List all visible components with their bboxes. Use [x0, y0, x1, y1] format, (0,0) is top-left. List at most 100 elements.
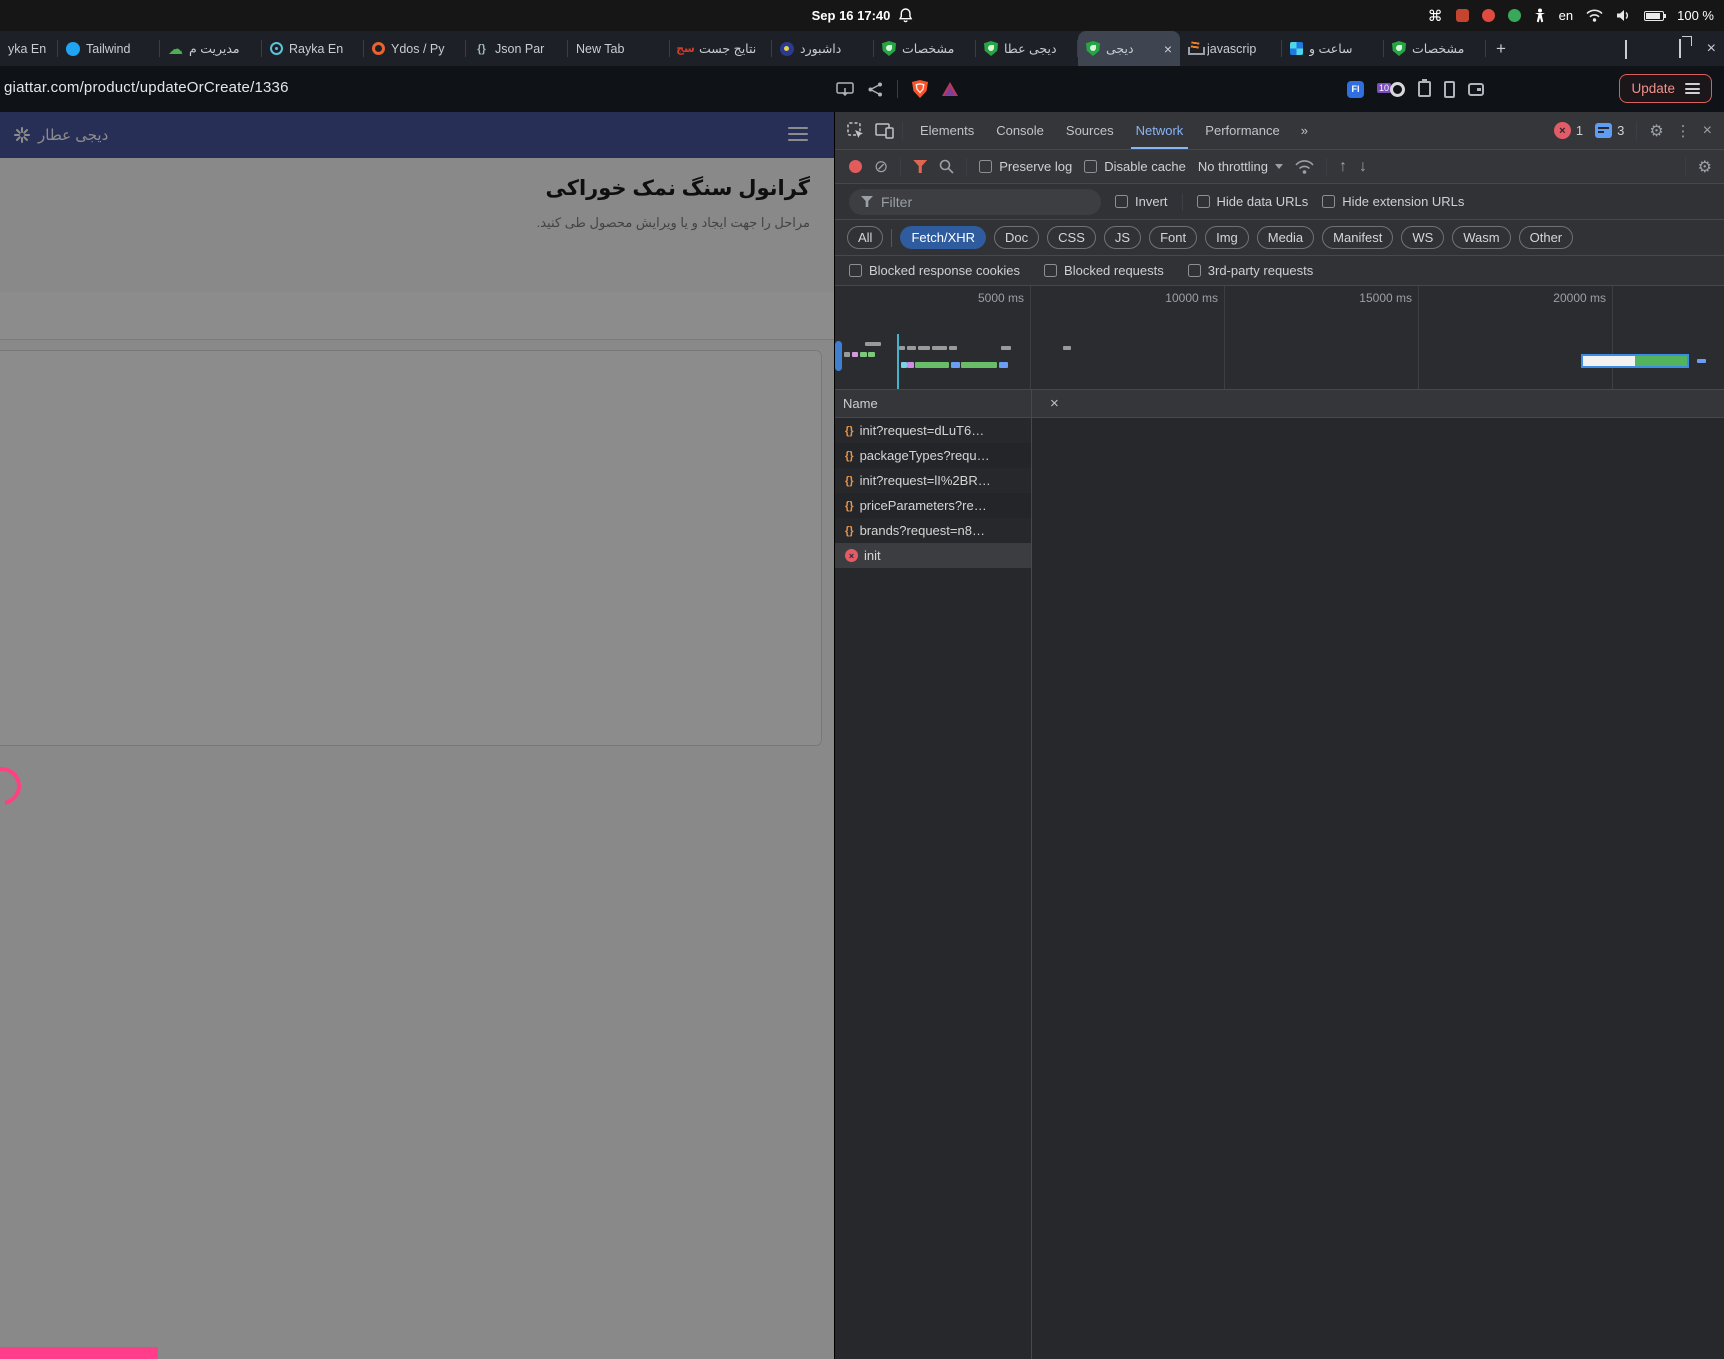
browser-tab[interactable]: ساعت و [1282, 31, 1384, 66]
browser-tab[interactable]: javascrip [1180, 31, 1282, 66]
browser-tab[interactable]: Tailwind [58, 31, 160, 66]
extension-fl-icon[interactable]: Fl [1347, 81, 1364, 98]
hide-data-urls-checkbox[interactable]: Hide data URLs [1197, 194, 1309, 209]
throttling-select[interactable]: No throttling [1198, 159, 1283, 174]
message-count[interactable]: 3 [1595, 123, 1624, 138]
brave-rewards-icon[interactable] [942, 82, 958, 97]
type-filter-font[interactable]: Font [1149, 226, 1197, 249]
type-filter-all[interactable]: All [847, 226, 883, 249]
type-filter-img[interactable]: Img [1205, 226, 1249, 249]
invert-checkbox[interactable]: Invert [1115, 194, 1168, 209]
hide-extension-urls-checkbox[interactable]: Hide extension URLs [1322, 194, 1464, 209]
close-detail-icon[interactable]: × [1042, 395, 1067, 412]
download-segment [1635, 356, 1687, 366]
devtools-tab-performance[interactable]: Performance [1194, 112, 1290, 149]
checkbox-label: Blocked requests [1064, 263, 1164, 278]
screencast-icon[interactable] [836, 82, 854, 96]
network-conditions-icon[interactable] [1295, 160, 1314, 174]
devtools-tab-network[interactable]: Network [1125, 112, 1195, 149]
type-filter-css[interactable]: CSS [1047, 226, 1096, 249]
request-row[interactable]: {}init?request=dLuT6… [835, 418, 1031, 443]
preserve-log-checkbox[interactable]: Preserve log [979, 159, 1072, 174]
type-filter-media[interactable]: Media [1257, 226, 1314, 249]
record-network-log-button[interactable] [849, 160, 862, 173]
divider [900, 158, 901, 176]
import-har-icon[interactable]: ↑ [1339, 158, 1347, 176]
tab-title: Json Par [495, 42, 560, 56]
request-row[interactable]: {}brands?request=n8… [835, 518, 1031, 543]
restore-button[interactable] [1679, 40, 1681, 58]
system-tray[interactable]: ⌘ en 100 % [1428, 0, 1714, 31]
type-filter-wasm[interactable]: Wasm [1452, 226, 1510, 249]
devtools-kebab-menu-icon[interactable]: ⋮ [1676, 122, 1691, 140]
request-name: packageTypes?requ… [860, 448, 990, 463]
type-filter-js[interactable]: JS [1104, 226, 1141, 249]
filter-toggle-icon[interactable] [913, 160, 927, 173]
inspect-element-icon[interactable] [847, 122, 865, 140]
type-filter-other[interactable]: Other [1519, 226, 1574, 249]
waterfall-bar [1001, 346, 1011, 350]
browser-tab[interactable]: داشبورد [772, 31, 874, 66]
overview-brush-handle[interactable] [835, 341, 842, 371]
browser-tab[interactable]: دیجی× [1078, 31, 1180, 66]
share-icon[interactable] [868, 82, 883, 97]
request-detail-tabs: × [1032, 390, 1724, 418]
waterfall-bar [932, 346, 947, 350]
brave-shield-icon[interactable] [912, 80, 928, 98]
browser-tab[interactable]: مشخصات [1384, 31, 1486, 66]
request-row[interactable]: {}priceParameters?re… [835, 493, 1031, 518]
request-type-filters: All Fetch/XHR Doc CSS JS Font Img Media Manifest… [835, 220, 1724, 256]
devtools-tab-sources[interactable]: Sources [1055, 112, 1125, 149]
browser-tab[interactable]: {}Json Par [466, 31, 568, 66]
request-row[interactable]: ×init [835, 543, 1031, 568]
browser-tab[interactable]: New Tab [568, 31, 670, 66]
network-toolbar: ⊘ Preserve log Disable cache No throttli… [835, 150, 1724, 184]
blocked-response-cookies-checkbox[interactable]: Blocked response cookies [849, 263, 1020, 278]
extension-wallet-icon[interactable] [1468, 83, 1484, 96]
browser-tab[interactable]: Ydos / Py [364, 31, 466, 66]
type-filter-manifest[interactable]: Manifest [1322, 226, 1393, 249]
search-icon[interactable] [939, 159, 954, 174]
new-tab-button[interactable]: + [1486, 31, 1516, 66]
type-filter-fetchxhr[interactable]: Fetch/XHR [900, 226, 986, 249]
clear-network-log-icon[interactable]: ⊘ [874, 158, 888, 175]
filter-input-pill[interactable] [849, 189, 1101, 215]
devtools-close-icon[interactable]: × [1703, 122, 1712, 140]
blocked-requests-checkbox[interactable]: Blocked requests [1044, 263, 1164, 278]
network-settings-icon[interactable]: ⚙ [1698, 157, 1712, 177]
system-clock-area[interactable]: Sep 16 17:40 [812, 0, 913, 31]
disable-cache-checkbox[interactable]: Disable cache [1084, 159, 1186, 174]
request-row[interactable]: {}packageTypes?requ… [835, 443, 1031, 468]
request-row[interactable]: {}init?request=lI%2BR… [835, 468, 1031, 493]
more-panels-chevron[interactable]: » [1293, 123, 1314, 138]
browser-tab[interactable]: دیجی عطا [976, 31, 1078, 66]
type-filter-doc[interactable]: Doc [994, 226, 1039, 249]
filter-input[interactable] [881, 194, 1051, 210]
browser-tab[interactable]: yka En [0, 31, 58, 66]
devtools-settings-icon[interactable]: ⚙ [1649, 121, 1663, 141]
browser-update-button[interactable]: Update [1619, 74, 1712, 103]
type-filter-ws[interactable]: WS [1401, 226, 1444, 249]
devtools-tab-console[interactable]: Console [985, 112, 1055, 149]
browser-menu-icon[interactable] [1685, 83, 1700, 94]
tab-search-icon[interactable] [1625, 40, 1627, 58]
close-window-button[interactable]: × [1707, 40, 1716, 58]
devtools-tab-elements[interactable]: Elements [909, 112, 985, 149]
error-count[interactable]: × 1 [1554, 122, 1583, 139]
device-toolbar-icon[interactable] [875, 123, 894, 139]
browser-tab[interactable]: ☁مدیریت م [160, 31, 262, 66]
browser-tab[interactable]: سجنتایج جست [670, 31, 772, 66]
3rd-party-requests-checkbox[interactable]: 3rd-party requests [1188, 263, 1314, 278]
tab-close-icon[interactable]: × [1164, 41, 1172, 57]
browser-tab[interactable]: مشخصات [874, 31, 976, 66]
browser-tab[interactable]: Rayka En [262, 31, 364, 66]
preview-pane[interactable] [1032, 418, 1724, 426]
checkbox-icon [1197, 195, 1210, 208]
extension-phone-icon[interactable] [1444, 81, 1455, 98]
extension-clipboard-icon[interactable] [1418, 81, 1431, 97]
address-url[interactable]: giattar.com/product/updateOrCreate/1336 [4, 79, 289, 96]
extension-ring-icon[interactable] [1390, 82, 1405, 97]
request-list-header[interactable]: Name [835, 390, 1031, 418]
export-har-icon[interactable]: ↓ [1359, 158, 1367, 176]
network-overview-timeline[interactable]: 5000 ms10000 ms15000 ms20000 ms [835, 286, 1724, 390]
